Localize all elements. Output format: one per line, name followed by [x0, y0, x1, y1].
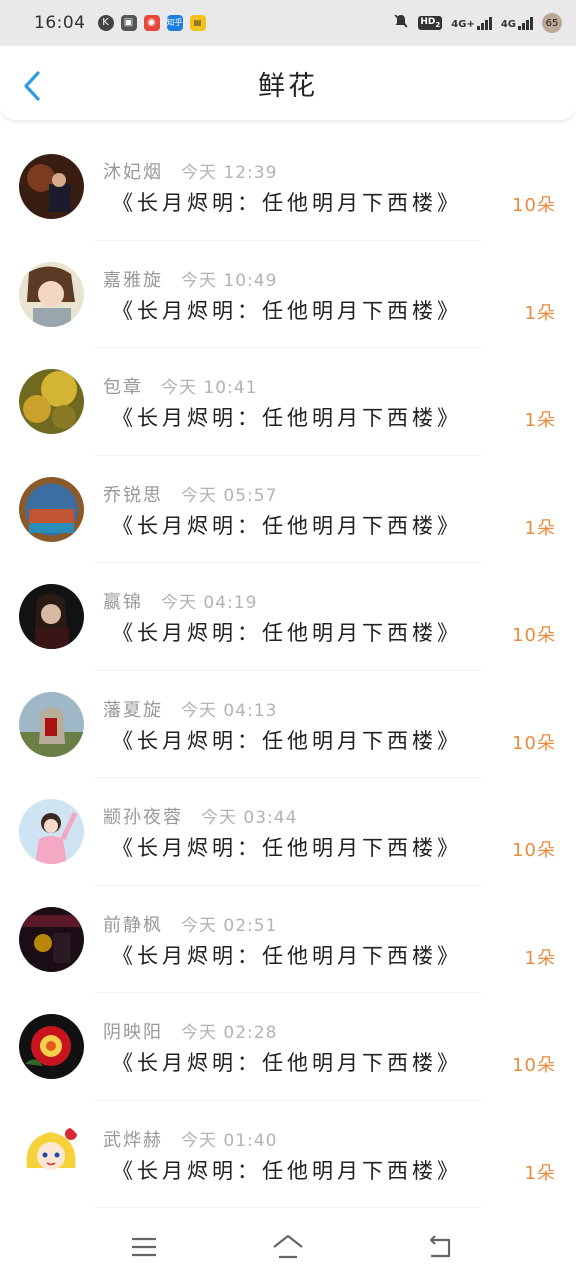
timestamp: 今天 04:13: [181, 700, 278, 721]
list-item[interactable]: 前静枫 今天 02:51 《长月烬明：任他明月下西楼》 1朵: [0, 886, 576, 994]
avatar[interactable]: [19, 906, 84, 972]
menu-icon: [132, 1237, 156, 1257]
timestamp: 今天 10:41: [161, 378, 258, 398]
flower-count: 1朵: [524, 517, 556, 539]
name-line: 颛孙夜蓉 今天 03:44: [103, 803, 297, 829]
avatar[interactable]: [19, 369, 84, 434]
signal-2: 4G: [501, 16, 533, 30]
flower-count: 1朵: [524, 410, 556, 431]
timestamp: 今天 04:19: [161, 593, 258, 613]
flower-list: 沐妃烟 今天 12:39 《长月烬明：任他明月下西楼》 10朵 嘉雅旋 今天 1…: [0, 133, 576, 1208]
name-line: 武烨赫 今天 01:40: [103, 1126, 277, 1152]
status-time: 16:04: [34, 13, 86, 33]
menu-button[interactable]: [126, 1229, 162, 1265]
flower-count: 10朵: [512, 732, 556, 754]
user-name: 嬴锦: [103, 592, 143, 613]
book-title: 《长月烬明：任他明月下西楼》: [112, 513, 462, 538]
app-yellow-icon: ▤: [189, 15, 206, 31]
timestamp: 今天 01:40: [181, 1130, 278, 1151]
timestamp: 今天 12:39: [181, 163, 278, 183]
name-line: 嬴锦 今天 04:19: [103, 588, 257, 614]
battery-indicator: 65: [542, 13, 562, 33]
book-title: 《长月烬明：任他明月下西楼》: [112, 836, 462, 860]
list-item[interactable]: 藩夏旋 今天 04:13 《长月烬明：任他明月下西楼》 10朵: [0, 671, 576, 779]
signal-bars-icon: [476, 16, 492, 30]
list-item[interactable]: 武烨赫 今天 01:40 《长月烬明：任他明月下西楼》 1朵: [0, 1101, 576, 1209]
page-title: 鲜花: [258, 70, 318, 102]
flower-count: 1朵: [524, 1162, 556, 1184]
mute-icon: [393, 13, 409, 33]
avatar[interactable]: [19, 799, 84, 864]
user-name: 阴映阳: [103, 1022, 163, 1043]
chevron-left-icon: [24, 71, 40, 101]
user-name: 武烨赫: [103, 1129, 163, 1151]
list-item[interactable]: 沐妃烟 今天 12:39 《长月烬明：任他明月下西楼》 10朵: [0, 133, 576, 241]
user-name: 乔锐思: [103, 484, 163, 506]
flower-count: 1朵: [524, 302, 556, 324]
avatar[interactable]: [19, 1121, 84, 1187]
back-button[interactable]: [18, 68, 46, 104]
avatar[interactable]: [19, 1014, 84, 1079]
avatar[interactable]: [19, 476, 84, 542]
name-line: 包章 今天 10:41: [103, 373, 257, 399]
zhihu-icon: 知乎: [166, 15, 183, 31]
name-line: 乔锐思 今天 05:57: [103, 481, 277, 507]
list-item[interactable]: 阴映阳 今天 02:28 《长月烬明：任他明月下西楼》 10朵: [0, 993, 576, 1101]
user-name: 藩夏旋: [103, 699, 163, 721]
signal-1: 4G+: [451, 16, 492, 30]
book-title: 《长月烬明：任他明月下西楼》: [112, 1051, 462, 1075]
name-line: 前静枫 今天 02:51: [103, 911, 277, 937]
status-bar: 16:04 K ▣ ◉ 知乎 ▤ HD2 4G+ 4G 65: [0, 0, 576, 46]
top-app-bar: 鲜花: [0, 46, 576, 121]
name-line: 沐妃烟 今天 12:39: [103, 158, 277, 184]
flower-count: 10朵: [512, 625, 556, 646]
signal-bars-icon: [518, 16, 533, 30]
flower-count: 10朵: [512, 1055, 556, 1076]
avatar[interactable]: [19, 584, 84, 649]
k-circle-icon: K: [97, 15, 114, 31]
avatar[interactable]: [19, 691, 84, 757]
user-name: 颛孙夜蓉: [103, 807, 183, 828]
notification-icons: K ▣ ◉ 知乎 ▤: [97, 15, 206, 31]
book-title: 《长月烬明：任他明月下西楼》: [112, 943, 462, 968]
status-right: HD2 4G+ 4G 65: [393, 13, 562, 33]
book-title: 《长月烬明：任他明月下西楼》: [112, 728, 462, 753]
timestamp: 今天 10:49: [181, 270, 278, 291]
square-app-icon: ▣: [120, 15, 137, 31]
avatar[interactable]: [19, 154, 84, 219]
timestamp: 今天 05:57: [181, 485, 278, 506]
list-item[interactable]: 嘉雅旋 今天 10:49 《长月烬明：任他明月下西楼》 1朵: [0, 241, 576, 349]
timestamp: 今天 02:51: [181, 915, 278, 936]
list-item[interactable]: 乔锐思 今天 05:57 《长月烬明：任他明月下西楼》 1朵: [0, 456, 576, 564]
home-button[interactable]: [270, 1229, 306, 1265]
flower-count: 10朵: [512, 840, 556, 861]
user-name: 嘉雅旋: [103, 269, 163, 291]
list-item[interactable]: 嬴锦 今天 04:19 《长月烬明：任他明月下西楼》 10朵: [0, 563, 576, 671]
list-item[interactable]: 包章 今天 10:41 《长月烬明：任他明月下西楼》 1朵: [0, 348, 576, 456]
book-title: 《长月烬明：任他明月下西楼》: [112, 191, 462, 215]
back-nav-button[interactable]: [422, 1229, 458, 1265]
flower-count: 1朵: [524, 947, 556, 969]
list-item[interactable]: 颛孙夜蓉 今天 03:44 《长月烬明：任他明月下西楼》 10朵: [0, 778, 576, 886]
flower-count: 10朵: [512, 195, 556, 216]
timestamp: 今天 03:44: [201, 808, 298, 828]
user-name: 前静枫: [103, 914, 163, 936]
name-line: 嘉雅旋 今天 10:49: [103, 266, 277, 292]
user-name: 沐妃烟: [103, 162, 163, 183]
home-icon: [273, 1234, 303, 1259]
book-title: 《长月烬明：任他明月下西楼》: [112, 1158, 462, 1183]
book-title: 《长月烬明：任他明月下西楼》: [112, 621, 462, 645]
hd-badge: HD2: [418, 16, 443, 30]
user-name: 包章: [103, 377, 143, 398]
name-line: 阴映阳 今天 02:28: [103, 1018, 277, 1044]
weibo-icon: ◉: [143, 15, 160, 31]
timestamp: 今天 02:28: [181, 1023, 278, 1043]
system-nav-bar: [0, 1215, 576, 1280]
back-icon: [429, 1235, 451, 1258]
book-title: 《长月烬明：任他明月下西楼》: [112, 406, 462, 430]
book-title: 《长月烬明：任他明月下西楼》: [112, 298, 462, 323]
name-line: 藩夏旋 今天 04:13: [103, 696, 277, 722]
avatar[interactable]: [19, 261, 84, 327]
